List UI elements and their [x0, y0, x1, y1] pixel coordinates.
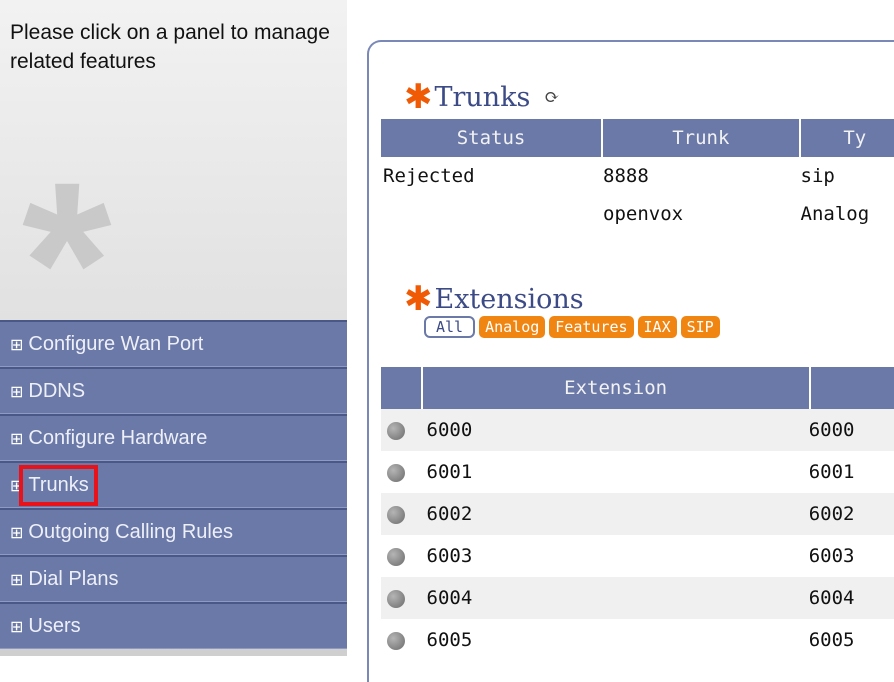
extension-value: 6005: [808, 619, 894, 661]
filter-features-button[interactable]: Features: [549, 316, 634, 338]
filter-analog-button[interactable]: Analog: [479, 316, 546, 338]
extension-number: 6000: [420, 409, 809, 451]
sidebar-item-ddns[interactable]: ⊞ DDNS: [0, 367, 347, 414]
table-row[interactable]: 6005 6005: [381, 619, 894, 661]
sidebar-item-label: Configure Wan Port: [28, 332, 204, 355]
star-icon: ✱: [404, 279, 433, 319]
refresh-icon[interactable]: ⟳: [544, 87, 559, 108]
grid-icon: ⊞: [10, 381, 24, 401]
sidebar-item-users[interactable]: ⊞ Users: [0, 602, 347, 649]
sidebar-nav: ⊞ Configure Wan Port ⊞ DDNS ⊞ Configure …: [0, 320, 347, 649]
extension-number: 6001: [420, 451, 809, 493]
status-dot-icon: [387, 589, 405, 608]
status-cell: [381, 619, 421, 661]
trunks-column-trunk: Trunk: [601, 119, 799, 157]
table-row: openvox Analog: [381, 195, 894, 233]
extensions-table: Extension 6000 6000 6001 6001 6002 6002: [381, 367, 894, 661]
filter-all-button[interactable]: All: [424, 316, 476, 338]
grid-icon: ⊞: [10, 334, 24, 354]
extensions-title-text: Extensions: [434, 283, 584, 315]
table-row[interactable]: 6000 6000: [381, 409, 894, 451]
trunk-type: sip: [800, 165, 835, 187]
extensions-column-extension: Extension: [420, 367, 809, 409]
sidebar-item-configure-hardware[interactable]: ⊞ Configure Hardware: [0, 414, 347, 461]
sidebar-item-trunks[interactable]: ⊞ Trunks: [0, 461, 347, 508]
table-row[interactable]: 6002 6002: [381, 493, 894, 535]
status-dot-icon: [387, 421, 405, 440]
table-row[interactable]: 6004 6004: [381, 577, 894, 619]
extension-number: 6002: [420, 493, 809, 535]
filter-iax-button[interactable]: IAX: [637, 316, 677, 338]
extension-value: 6003: [808, 535, 894, 577]
sidebar-item-label: Trunks: [19, 464, 98, 506]
filter-sip-button[interactable]: SIP: [680, 316, 720, 338]
status-cell: [381, 451, 421, 493]
grid-icon: ⊞: [10, 428, 24, 448]
status-dot-icon: [387, 547, 405, 566]
extension-number: 6004: [420, 577, 809, 619]
extensions-column-number: [808, 367, 894, 409]
sidebar-item-label: Users: [28, 614, 81, 637]
sidebar-item-outgoing-calling-rules[interactable]: ⊞ Outgoing Calling Rules: [0, 508, 347, 555]
extensions-section-title: ✱ Extensions: [404, 282, 584, 316]
grid-icon: ⊞: [10, 475, 24, 495]
table-row[interactable]: 6001 6001: [381, 451, 894, 493]
trunks-section-title: ✱ Trunks ⟳: [404, 80, 560, 114]
extension-value: 6001: [808, 451, 894, 493]
trunk-status: Rejected: [383, 165, 475, 187]
table-row[interactable]: 6003 6003: [381, 535, 894, 577]
sidebar-item-dial-plans[interactable]: ⊞ Dial Plans: [0, 555, 347, 602]
grid-icon: ⊞: [10, 522, 24, 542]
status-dot-icon: [387, 463, 405, 482]
extension-value: 6000: [808, 409, 894, 451]
main-panel: ✱ Trunks ⟳ Status Trunk Ty Rejected 8888…: [367, 40, 894, 682]
sidebar: Please click on a panel to manage relate…: [0, 0, 347, 656]
extension-number: 6005: [420, 619, 809, 661]
sidebar-item-label: DDNS: [28, 379, 86, 402]
status-dot-icon: [387, 505, 405, 524]
sidebar-intro-text: Please click on a panel to manage relate…: [10, 21, 330, 73]
extension-filters: All Analog Features IAX SIP: [424, 316, 720, 338]
sidebar-item-label: Configure Hardware: [28, 426, 208, 449]
trunks-column-type: Ty: [798, 119, 894, 157]
trunk-name: 8888: [603, 165, 649, 187]
table-row: Rejected 8888 sip: [381, 157, 894, 195]
sidebar-item-configure-wan-port[interactable]: ⊞ Configure Wan Port: [0, 320, 347, 367]
extension-value: 6004: [808, 577, 894, 619]
trunk-name: openvox: [603, 203, 684, 225]
status-cell: [381, 493, 421, 535]
sidebar-item-label: Outgoing Calling Rules: [28, 520, 233, 543]
grid-icon: ⊞: [10, 569, 24, 589]
trunks-title-text: Trunks: [434, 81, 531, 113]
extensions-column-status: [381, 367, 421, 409]
trunk-type: Analog: [800, 203, 870, 225]
trunks-column-status: Status: [381, 119, 602, 157]
status-cell: [381, 409, 421, 451]
trunks-table: Status Trunk Ty Rejected 8888 sip openvo…: [381, 119, 894, 233]
extension-number: 6003: [420, 535, 809, 577]
grid-icon: ⊞: [10, 616, 24, 636]
trunk-status: [381, 195, 601, 233]
status-cell: [381, 535, 421, 577]
status-dot-icon: [387, 631, 405, 650]
sidebar-item-label: Dial Plans: [28, 567, 119, 590]
star-icon: ✱: [404, 77, 433, 117]
extension-value: 6002: [808, 493, 894, 535]
status-cell: [381, 577, 421, 619]
